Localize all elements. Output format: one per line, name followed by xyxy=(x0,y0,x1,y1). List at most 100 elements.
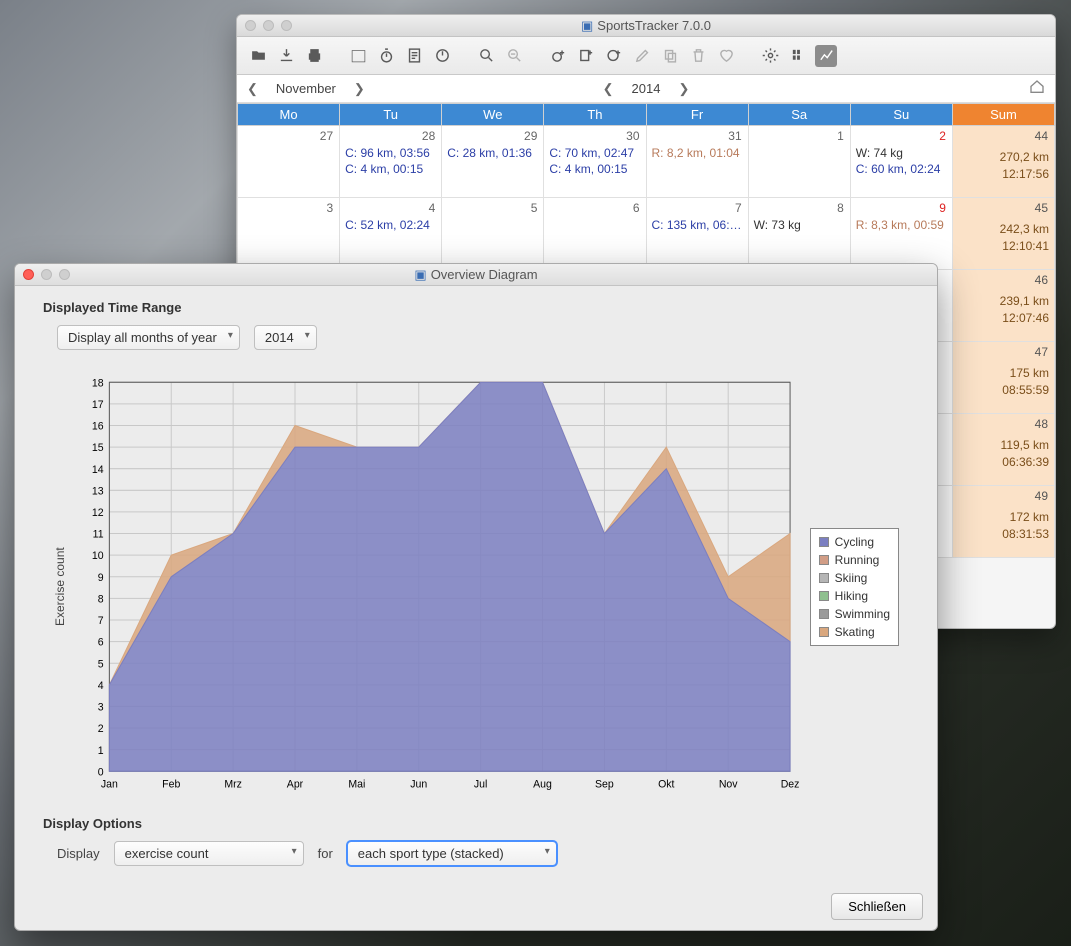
svg-text:7: 7 xyxy=(98,615,104,627)
zoom-in-icon[interactable] xyxy=(475,45,497,67)
print-icon[interactable] xyxy=(303,45,325,67)
prev-year-button[interactable]: ❮ xyxy=(603,81,614,97)
week-summary-cell: 45242,3 km12:10:41 xyxy=(952,198,1054,270)
svg-text:2: 2 xyxy=(98,723,104,735)
month-label: November xyxy=(276,81,336,96)
svg-text:Jul: Jul xyxy=(474,778,487,790)
year-select[interactable]: 2014 xyxy=(254,325,317,350)
close-button[interactable]: Schließen xyxy=(831,893,923,920)
svg-text:Okt: Okt xyxy=(658,778,674,790)
calendar-cell[interactable]: 31R: 8,2 km, 01:04 xyxy=(646,126,748,198)
svg-text:10: 10 xyxy=(92,550,104,562)
column-header: Su xyxy=(850,104,952,126)
calendar-cell[interactable]: 4C: 52 km, 02:24 xyxy=(340,198,442,270)
delete-icon[interactable] xyxy=(687,45,709,67)
calendar-cell[interactable]: 29C: 28 km, 01:36 xyxy=(442,126,544,198)
for-value-select[interactable]: each sport type (stacked) xyxy=(347,841,557,866)
svg-text:14: 14 xyxy=(92,463,104,475)
add-note-icon[interactable] xyxy=(575,45,597,67)
week-summary-cell: 47175 km08:55:59 xyxy=(952,342,1054,414)
main-window-title: SportsTracker 7.0.0 xyxy=(597,18,711,33)
navbar: ❮ November ❯ ❮ 2014 ❯ xyxy=(237,75,1055,103)
svg-text:5: 5 xyxy=(98,658,104,670)
week-summary-cell: 48119,5 km06:36:39 xyxy=(952,414,1054,486)
power-icon[interactable] xyxy=(431,45,453,67)
svg-text:17: 17 xyxy=(92,399,104,411)
week-summary-cell: 46239,1 km12:07:46 xyxy=(952,270,1054,342)
dialog-title: Overview Diagram xyxy=(431,267,538,282)
legend-item: Cycling xyxy=(819,533,890,551)
calendar-cell[interactable]: 27 xyxy=(238,126,340,198)
calendar-cell[interactable]: 8W: 73 kg xyxy=(748,198,850,270)
range-select[interactable]: Display all months of year xyxy=(57,325,240,350)
svg-text:16: 16 xyxy=(92,420,104,432)
svg-text:1: 1 xyxy=(98,744,104,756)
next-year-button[interactable]: ❯ xyxy=(678,81,689,97)
add-weight-icon[interactable] xyxy=(603,45,625,67)
overview-dialog: ▣Overview Diagram Displayed Time Range D… xyxy=(14,263,938,931)
column-header: Sum xyxy=(952,104,1054,126)
options-title: Display Options xyxy=(43,816,937,831)
week-summary-cell: 44270,2 km12:17:56 xyxy=(952,126,1054,198)
add-exercise-icon[interactable] xyxy=(547,45,569,67)
display-label: Display xyxy=(57,846,100,861)
display-value-select[interactable]: exercise count xyxy=(114,841,304,866)
dialog-close-dot[interactable] xyxy=(23,269,34,280)
edit-icon[interactable] xyxy=(631,45,653,67)
week-summary-cell: 49172 km08:31:53 xyxy=(952,486,1054,558)
chart-legend: CyclingRunningSkiingHikingSwimmingSkatin… xyxy=(810,528,899,646)
svg-text:8: 8 xyxy=(98,593,104,605)
chart-icon[interactable] xyxy=(815,45,837,67)
minimize-dot[interactable] xyxy=(263,20,274,31)
chart-plot: 0123456789101112131415161718JanFebMrzApr… xyxy=(71,372,800,802)
prev-month-button[interactable]: ❮ xyxy=(247,81,258,97)
column-header: We xyxy=(442,104,544,126)
toolbar xyxy=(237,37,1055,75)
column-header: Th xyxy=(544,104,646,126)
zoom-out-icon[interactable] xyxy=(503,45,525,67)
calendar-cell[interactable]: 30C: 70 km, 02:47C: 4 km, 00:15 xyxy=(544,126,646,198)
column-header: Fr xyxy=(646,104,748,126)
for-label: for xyxy=(318,846,333,861)
calendar-cell[interactable]: 5 xyxy=(442,198,544,270)
next-month-button[interactable]: ❯ xyxy=(354,81,365,97)
svg-text:Mrz: Mrz xyxy=(224,778,242,790)
calendar-cell[interactable]: 2W: 74 kgC: 60 km, 02:24 xyxy=(850,126,952,198)
legend-item: Skiing xyxy=(819,569,890,587)
svg-text:4: 4 xyxy=(98,680,104,692)
calendar-cell[interactable]: 1 xyxy=(748,126,850,198)
calendar-cell[interactable]: 3 xyxy=(238,198,340,270)
svg-text:Jan: Jan xyxy=(101,778,118,790)
main-titlebar: ▣SportsTracker 7.0.0 xyxy=(237,15,1055,37)
dialog-zoom-dot[interactable] xyxy=(59,269,70,280)
column-header: Sa xyxy=(748,104,850,126)
calendar-icon[interactable] xyxy=(347,45,369,67)
copy-icon[interactable] xyxy=(659,45,681,67)
year-label: 2014 xyxy=(632,81,661,96)
svg-text:Mai: Mai xyxy=(348,778,365,790)
zoom-dot[interactable] xyxy=(281,20,292,31)
close-dot[interactable] xyxy=(245,20,256,31)
legend-item: Swimming xyxy=(819,605,890,623)
svg-text:13: 13 xyxy=(92,485,104,497)
dialog-min-dot[interactable] xyxy=(41,269,52,280)
svg-text:6: 6 xyxy=(98,636,104,648)
calendar-cell[interactable]: 7C: 135 km, 06:… xyxy=(646,198,748,270)
save-icon[interactable] xyxy=(275,45,297,67)
open-icon[interactable] xyxy=(247,45,269,67)
calendar-cell[interactable]: 9R: 8,3 km, 00:59 xyxy=(850,198,952,270)
settings-icon[interactable] xyxy=(759,45,781,67)
svg-text:Nov: Nov xyxy=(719,778,738,790)
calendar-cell[interactable]: 28C: 96 km, 03:56C: 4 km, 00:15 xyxy=(340,126,442,198)
stats-icon[interactable] xyxy=(787,45,809,67)
note-icon[interactable] xyxy=(403,45,425,67)
svg-text:11: 11 xyxy=(93,528,104,540)
home-icon[interactable] xyxy=(1029,79,1045,98)
dialog-titlebar: ▣Overview Diagram xyxy=(15,264,937,286)
heart-icon[interactable] xyxy=(715,45,737,67)
legend-item: Running xyxy=(819,551,890,569)
range-title: Displayed Time Range xyxy=(43,300,937,315)
calendar-cell[interactable]: 6 xyxy=(544,198,646,270)
svg-text:3: 3 xyxy=(98,701,104,713)
stopwatch-icon[interactable] xyxy=(375,45,397,67)
